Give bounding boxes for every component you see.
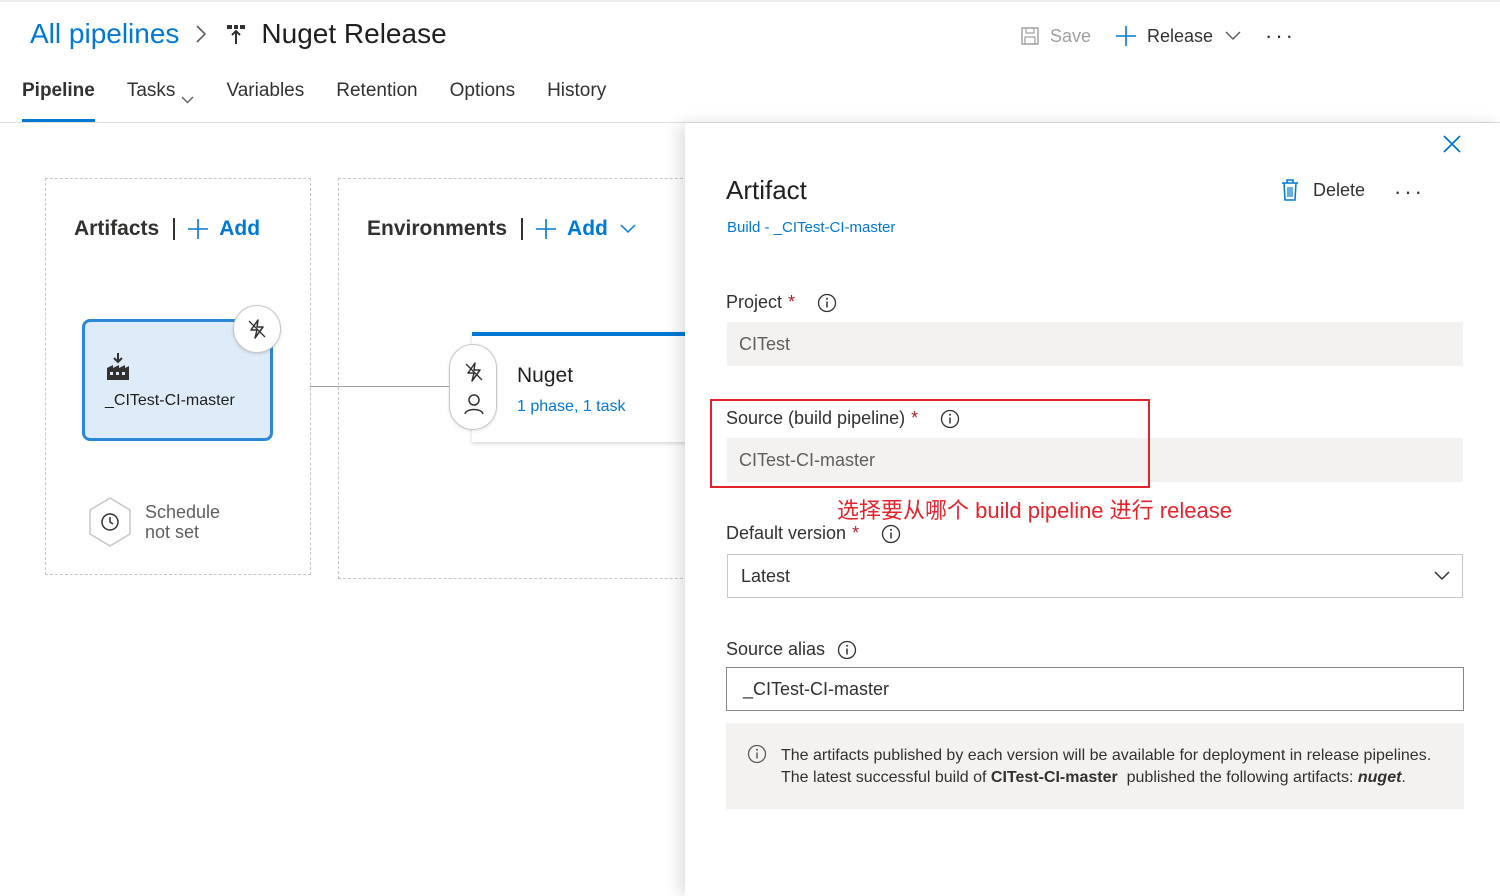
artifacts-header: Artifacts Add xyxy=(74,217,260,241)
tab-label: Tasks xyxy=(126,80,176,101)
panel-title: Artifact xyxy=(726,175,807,205)
chevron-right-icon xyxy=(195,24,207,44)
save-label: Save xyxy=(1049,25,1091,46)
close-icon[interactable] xyxy=(1441,133,1463,160)
info-build-name: CITest-CI-master xyxy=(990,769,1118,786)
info-prefix: The latest successful build of xyxy=(781,769,987,786)
person-icon[interactable] xyxy=(463,393,485,420)
info-icon xyxy=(747,744,767,769)
add-label: Add xyxy=(219,217,261,240)
environment-card[interactable]: Nuget 1 phase, 1 task xyxy=(472,332,692,442)
chevron-down-icon xyxy=(1225,31,1241,41)
lightning-icon xyxy=(246,318,268,340)
default-version-value: Latest xyxy=(741,565,791,586)
environments-title: Environments xyxy=(367,217,508,240)
artifact-name: _CITest-CI-master xyxy=(105,392,235,409)
info-icon[interactable] xyxy=(881,524,901,544)
required-mark: * xyxy=(788,292,796,312)
divider xyxy=(173,218,176,240)
info-mid: published the following artifacts: xyxy=(1126,769,1354,786)
info-icon[interactable] xyxy=(837,640,857,660)
more-actions-button[interactable]: ··· xyxy=(1394,181,1425,203)
default-version-label-text: Default version xyxy=(726,523,847,543)
page-title: Nuget Release xyxy=(261,18,447,49)
tab-pipeline[interactable]: Pipeline xyxy=(22,80,95,122)
divider xyxy=(521,218,524,240)
continuous-deployment-trigger[interactable] xyxy=(233,305,281,353)
environment-conditions xyxy=(449,344,497,430)
schedule-clock-icon[interactable] xyxy=(86,496,134,553)
chevron-down-icon xyxy=(1434,571,1450,581)
delete-button[interactable]: Delete xyxy=(1281,179,1365,201)
add-artifact-button[interactable]: Add xyxy=(187,217,260,241)
schedule-status[interactable]: Schedule not set xyxy=(145,502,220,542)
tab-label: Variables xyxy=(226,80,305,101)
release-pipeline-icon xyxy=(225,23,247,45)
source-alias-label: Source alias xyxy=(726,639,857,660)
all-pipelines-link[interactable]: All pipelines xyxy=(30,18,179,50)
schedule-line2: not set xyxy=(145,522,200,542)
tab-label: Retention xyxy=(336,80,418,101)
artifact-details-panel: Artifact Build - _CITest-CI-master Delet… xyxy=(685,123,1500,896)
release-button[interactable]: Release xyxy=(1115,25,1241,47)
add-label: Add xyxy=(567,217,608,240)
save-icon xyxy=(1020,26,1040,46)
tab-tasks[interactable]: Tasks xyxy=(127,80,195,122)
info-end: . xyxy=(1401,769,1406,786)
annotation-highlight-box xyxy=(710,399,1150,488)
tab-options[interactable]: Options xyxy=(450,80,515,122)
project-label: Project * xyxy=(726,292,837,313)
lightning-icon[interactable] xyxy=(463,361,485,388)
environments-header: Environments Add xyxy=(367,217,636,241)
required-mark: * xyxy=(852,523,860,543)
artifacts-title: Artifacts xyxy=(74,217,160,240)
default-version-label: Default version * xyxy=(726,523,901,544)
default-version-dropdown[interactable]: Latest xyxy=(727,554,1463,598)
info-artifact-name: nuget xyxy=(1357,769,1402,786)
tab-retention[interactable]: Retention xyxy=(336,80,417,122)
top-border xyxy=(0,0,1500,2)
info-text: The artifacts published by each version … xyxy=(781,745,1431,789)
plus-icon xyxy=(1115,25,1137,47)
tab-label: History xyxy=(547,80,607,101)
schedule-line1: Schedule xyxy=(145,502,221,522)
delete-label: Delete xyxy=(1313,179,1366,200)
more-actions-button[interactable]: ··· xyxy=(1265,25,1296,47)
pipeline-tabs: Pipeline Tasks Variables Retention Optio… xyxy=(22,80,638,122)
tab-history[interactable]: History xyxy=(547,80,606,122)
command-bar: Save Release ··· xyxy=(1020,18,1500,54)
info-line2: The latest successful build of CITest-CI… xyxy=(781,767,1431,789)
release-label: Release xyxy=(1146,25,1214,46)
source-alias-input[interactable]: _CITest-CI-master xyxy=(726,667,1464,711)
source-alias-label-text: Source alias xyxy=(726,639,826,659)
trash-icon xyxy=(1281,179,1299,201)
annotation-text: 选择要从哪个 build pipeline 进行 release xyxy=(837,498,1232,523)
tab-label: Pipeline xyxy=(22,80,95,101)
environment-tasks-link[interactable]: 1 phase, 1 task xyxy=(517,398,626,416)
save-button[interactable]: Save xyxy=(1020,26,1091,47)
info-line1: The artifacts published by each version … xyxy=(781,747,1432,764)
tab-label: Options xyxy=(449,80,516,101)
chevron-down-icon xyxy=(620,224,636,234)
info-icon[interactable] xyxy=(817,293,837,313)
panel-subtitle-link[interactable]: Build - _CITest-CI-master xyxy=(727,219,895,236)
breadcrumb: All pipelines Nuget Release xyxy=(30,14,447,54)
project-label-text: Project xyxy=(726,292,783,312)
add-environment-button[interactable]: Add xyxy=(535,217,636,241)
environment-name: Nuget xyxy=(517,364,574,387)
tab-variables[interactable]: Variables xyxy=(226,80,304,122)
build-artifact-icon xyxy=(105,352,131,387)
plus-icon xyxy=(187,218,209,240)
plus-icon xyxy=(535,218,557,240)
project-field: CITest xyxy=(727,322,1463,366)
chevron-down-icon xyxy=(181,88,194,110)
artifacts-info-message: The artifacts published by each version … xyxy=(726,723,1464,809)
